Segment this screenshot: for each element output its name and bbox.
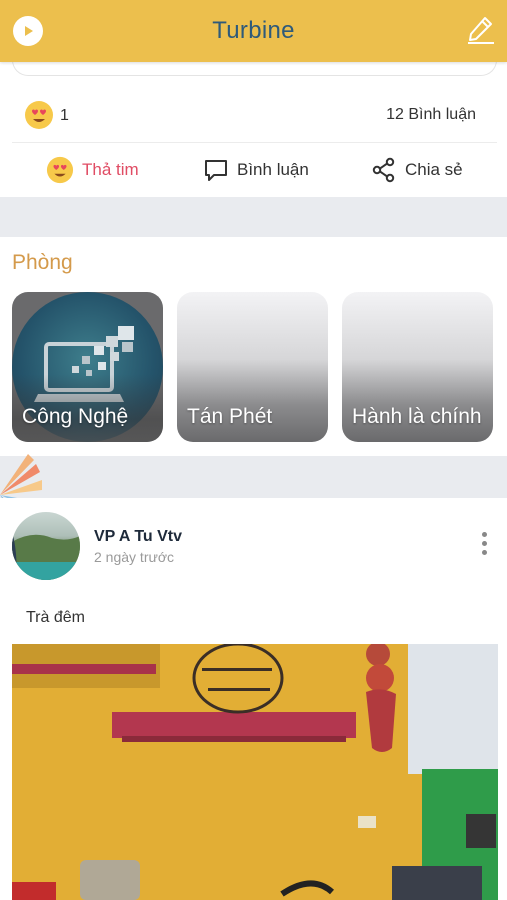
share-label: Chia sẻ: [405, 160, 463, 179]
heart-eyes-emoji-icon[interactable]: [24, 100, 54, 130]
app-header: Turbine: [0, 0, 507, 62]
rooms-section-title: Phòng: [12, 251, 73, 274]
share-icon: [372, 157, 395, 183]
reaction-count: 1: [60, 107, 69, 124]
author-avatar[interactable]: [12, 512, 80, 580]
post-text: Trà đêm: [26, 609, 85, 626]
dot: [481, 541, 487, 546]
share-button[interactable]: Chia sẻ: [371, 150, 463, 190]
divider: [12, 142, 497, 143]
post-card: VP A Tu Vtv 2 ngày trước Trà đêm: [0, 498, 507, 900]
pencil-icon: [468, 17, 494, 44]
play-icon: [25, 26, 33, 36]
dot: [481, 532, 487, 537]
heart-eyes-emoji-icon: [46, 156, 74, 184]
room-interior-image: [12, 644, 498, 900]
room-label: Hành là chính: [352, 405, 482, 428]
post-actions: Thả tim Bình luận Chia sẻ: [0, 150, 507, 190]
play-button[interactable]: [13, 16, 43, 46]
post-photo[interactable]: [12, 644, 498, 900]
edit-button[interactable]: [465, 14, 497, 46]
author-name[interactable]: VP A Tu Vtv: [94, 528, 182, 546]
comment-label: Bình luận: [237, 160, 309, 179]
like-button[interactable]: Thả tim: [46, 150, 139, 190]
comment-bubble-icon: [205, 160, 227, 181]
more-options-button[interactable]: [479, 532, 489, 562]
room-card-hanh-la-chinh[interactable]: Hành là chính: [342, 292, 493, 442]
like-label: Thả tim: [82, 160, 139, 179]
avatar-photo: [12, 532, 80, 580]
room-label: Tán Phét: [187, 405, 273, 428]
section-separator: [0, 197, 507, 237]
room-label: Công Nghệ: [22, 405, 129, 428]
comment-button[interactable]: Bình luận: [203, 150, 309, 190]
room-card-cong-nghe[interactable]: Công Nghệ: [12, 292, 163, 442]
dot: [481, 550, 487, 555]
comment-count-link[interactable]: 12 Bình luận: [386, 106, 476, 124]
reaction-summary: 1 12 Bình luận: [0, 96, 507, 136]
post-timestamp: 2 ngày trước: [94, 549, 175, 565]
room-card-tan-phet[interactable]: Tán Phét: [177, 292, 328, 442]
app-title: Turbine: [212, 17, 295, 44]
section-separator: [0, 456, 507, 498]
